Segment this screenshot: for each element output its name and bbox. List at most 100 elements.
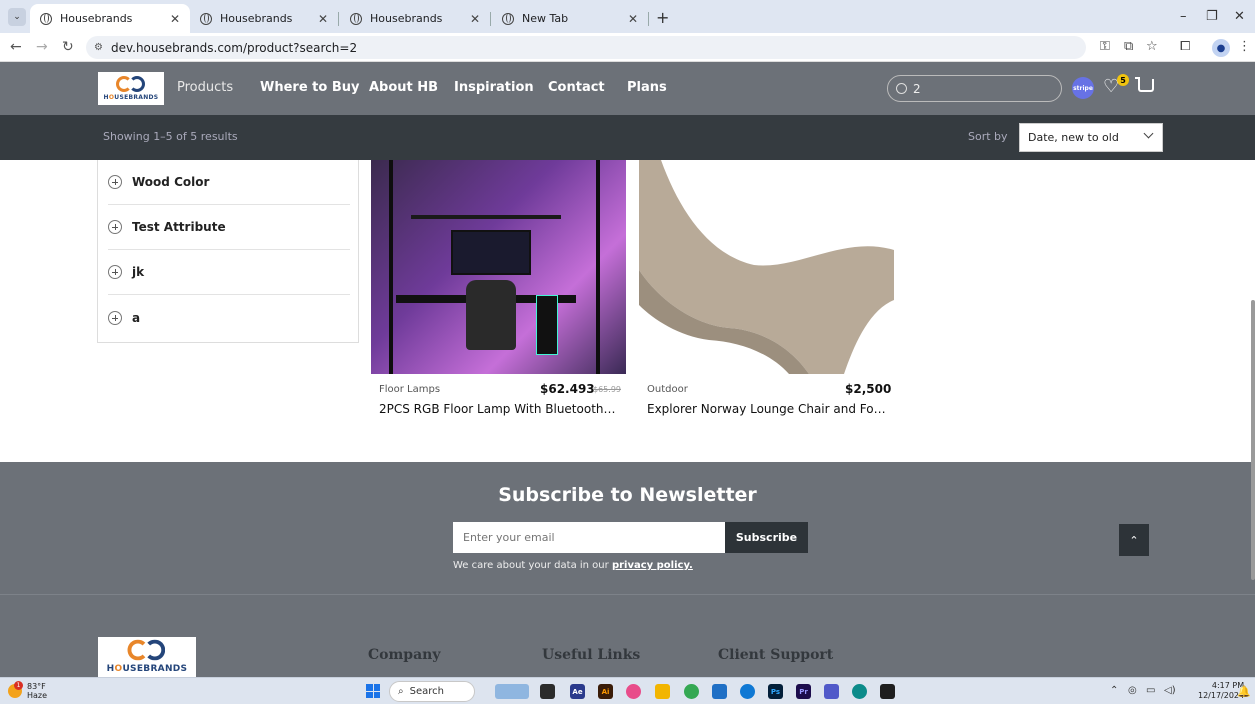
expand-plus-icon: [108, 265, 122, 279]
nav-contact[interactable]: Contact: [548, 80, 605, 95]
key-icon[interactable]: ⚿: [1100, 39, 1110, 54]
page-scrollbar[interactable]: [1251, 300, 1255, 580]
windows-start-icon[interactable]: [366, 684, 380, 698]
nav-about-hb[interactable]: About HB: [369, 80, 438, 95]
newsletter-email-input[interactable]: [453, 522, 725, 553]
nav-where-to-buy[interactable]: Where to Buy: [260, 80, 359, 95]
scroll-to-top-button[interactable]: ⌃: [1119, 524, 1149, 556]
nav-plans[interactable]: Plans: [627, 80, 667, 95]
tray-app-icon[interactable]: ◎: [1128, 685, 1137, 696]
profile-avatar-icon[interactable]: ●: [1212, 39, 1230, 57]
teams-icon[interactable]: [824, 684, 839, 699]
network-icon[interactable]: ▭: [1146, 685, 1155, 696]
extensions-icon[interactable]: ⧠: [1180, 39, 1190, 54]
forward-arrow-icon[interactable]: →: [36, 39, 48, 55]
site-info-icon[interactable]: ⚙: [94, 42, 103, 53]
footer-logo[interactable]: HOUSEBRANDS: [98, 637, 196, 678]
sort-select-value: Date, new to old: [1028, 131, 1119, 144]
expand-plus-icon: [108, 310, 122, 325]
chevron-down-icon: [1143, 128, 1154, 139]
close-tab-icon[interactable]: ✕: [170, 12, 180, 26]
adobe-ai-icon[interactable]: Ai: [598, 684, 613, 699]
stripe-icon[interactable]: stripe: [1072, 77, 1094, 99]
browser-tab-1[interactable]: Housebrands ✕: [30, 4, 190, 33]
product-search-box[interactable]: [887, 75, 1062, 102]
filter-a[interactable]: a: [108, 295, 350, 340]
logo-wordmark: HOUSEBRANDS: [106, 663, 188, 674]
menu-kebab-icon[interactable]: ⋮: [1238, 39, 1251, 54]
product-category[interactable]: Outdoor: [647, 384, 688, 395]
filter-test-attribute[interactable]: Test Attribute: [108, 205, 350, 250]
site-header: HOUSEBRANDS Products Where to Buy About …: [0, 62, 1255, 115]
reload-icon[interactable]: ↻: [62, 39, 74, 55]
weather-widget[interactable]: 1 83°F Haze: [8, 681, 47, 700]
notification-bell-icon[interactable]: 🔔: [1237, 685, 1251, 698]
nav-inspiration[interactable]: Inspiration: [454, 80, 534, 95]
browser-tab-bar: ⌄ Housebrands ✕ Housebrands ✕ Housebrand…: [0, 0, 1255, 33]
globe-icon: [502, 12, 514, 25]
browser-tab-2[interactable]: Housebrands ✕: [190, 4, 338, 33]
housebrands-logo[interactable]: HOUSEBRANDS: [98, 72, 164, 105]
figma-icon[interactable]: [626, 684, 641, 699]
task-view-icon[interactable]: [540, 684, 555, 699]
close-window-icon[interactable]: ✕: [1234, 9, 1245, 24]
tab-divider: [648, 12, 649, 26]
new-tab-icon[interactable]: +: [656, 8, 669, 27]
product-price: $62.493: [540, 382, 595, 396]
install-icon[interactable]: ⧉: [1124, 39, 1133, 54]
search-icon: [896, 83, 907, 94]
file-explorer-icon[interactable]: [655, 684, 670, 699]
product-category[interactable]: Floor Lamps: [379, 384, 440, 395]
browser-tab-3[interactable]: Housebrands ✕: [340, 4, 490, 33]
minimize-icon[interactable]: –: [1180, 9, 1187, 24]
cart-icon[interactable]: [1135, 77, 1154, 92]
adobe-ae-icon[interactable]: Ae: [570, 684, 585, 699]
sort-by-label: Sort by: [968, 130, 1008, 143]
expand-plus-icon: [108, 175, 122, 189]
sort-select[interactable]: Date, new to old: [1019, 123, 1163, 152]
filter-jk[interactable]: jk: [108, 250, 350, 295]
double-chevron-up-icon: ⌃: [1129, 533, 1139, 547]
bookmark-star-icon[interactable]: ☆: [1146, 39, 1158, 54]
tab-search-chevron-icon[interactable]: ⌄: [8, 8, 26, 26]
news-widget-icon[interactable]: [495, 684, 529, 699]
product-name[interactable]: 2PCS RGB Floor Lamp With Bluetooth…: [379, 402, 624, 416]
restore-icon[interactable]: ❐: [1206, 9, 1218, 24]
close-tab-icon[interactable]: ✕: [470, 12, 480, 26]
filter-panel: Wood Color Test Attribute jk a: [97, 160, 359, 343]
nav-products[interactable]: Products: [177, 80, 233, 95]
outlook-icon[interactable]: [740, 684, 755, 699]
weather-sun-icon: 1: [8, 681, 23, 698]
browser-tab-4[interactable]: New Tab ✕: [492, 4, 648, 33]
tray-chevron-up-icon[interactable]: ⌃: [1110, 685, 1118, 696]
globe-icon: [40, 12, 52, 25]
filter-wood-color[interactable]: Wood Color: [108, 160, 350, 205]
browser-address-bar: ← → ↻ ⚙ dev.housebrands.com/product?sear…: [0, 33, 1255, 62]
wishlist-count-badge: 5: [1117, 74, 1129, 86]
volume-icon[interactable]: ◁): [1164, 685, 1176, 696]
premiere-icon[interactable]: Pr: [796, 684, 811, 699]
calculator-icon[interactable]: [712, 684, 727, 699]
product-search-input[interactable]: [913, 81, 1053, 96]
globe-icon: [200, 12, 212, 25]
url-omnibox[interactable]: ⚙ dev.housebrands.com/product?search=2: [86, 36, 1086, 59]
subscribe-button[interactable]: Subscribe: [725, 522, 808, 553]
edge-icon[interactable]: [852, 684, 867, 699]
product-image-lounge-chair[interactable]: [639, 160, 894, 374]
back-arrow-icon[interactable]: ←: [10, 39, 22, 55]
taskbar-search[interactable]: ⌕ Search: [389, 681, 475, 702]
product-name[interactable]: Explorer Norway Lounge Chair and Foot…: [647, 402, 892, 416]
globe-icon: [350, 12, 362, 25]
privacy-policy-link[interactable]: privacy policy.: [612, 560, 693, 571]
close-tab-icon[interactable]: ✕: [318, 12, 328, 26]
results-count: Showing 1–5 of 5 results: [103, 130, 238, 143]
newsletter-title: Subscribe to Newsletter: [498, 484, 757, 506]
expand-plus-icon: [108, 220, 122, 234]
footer-heading-useful-links: Useful Links: [542, 647, 641, 663]
app-icon[interactable]: [880, 684, 895, 699]
close-tab-icon[interactable]: ✕: [628, 12, 638, 26]
product-image-floor-lamp[interactable]: [371, 160, 626, 374]
chrome-icon[interactable]: [684, 684, 699, 699]
product-price: $2,500: [845, 382, 892, 396]
photoshop-icon[interactable]: Ps: [768, 684, 783, 699]
